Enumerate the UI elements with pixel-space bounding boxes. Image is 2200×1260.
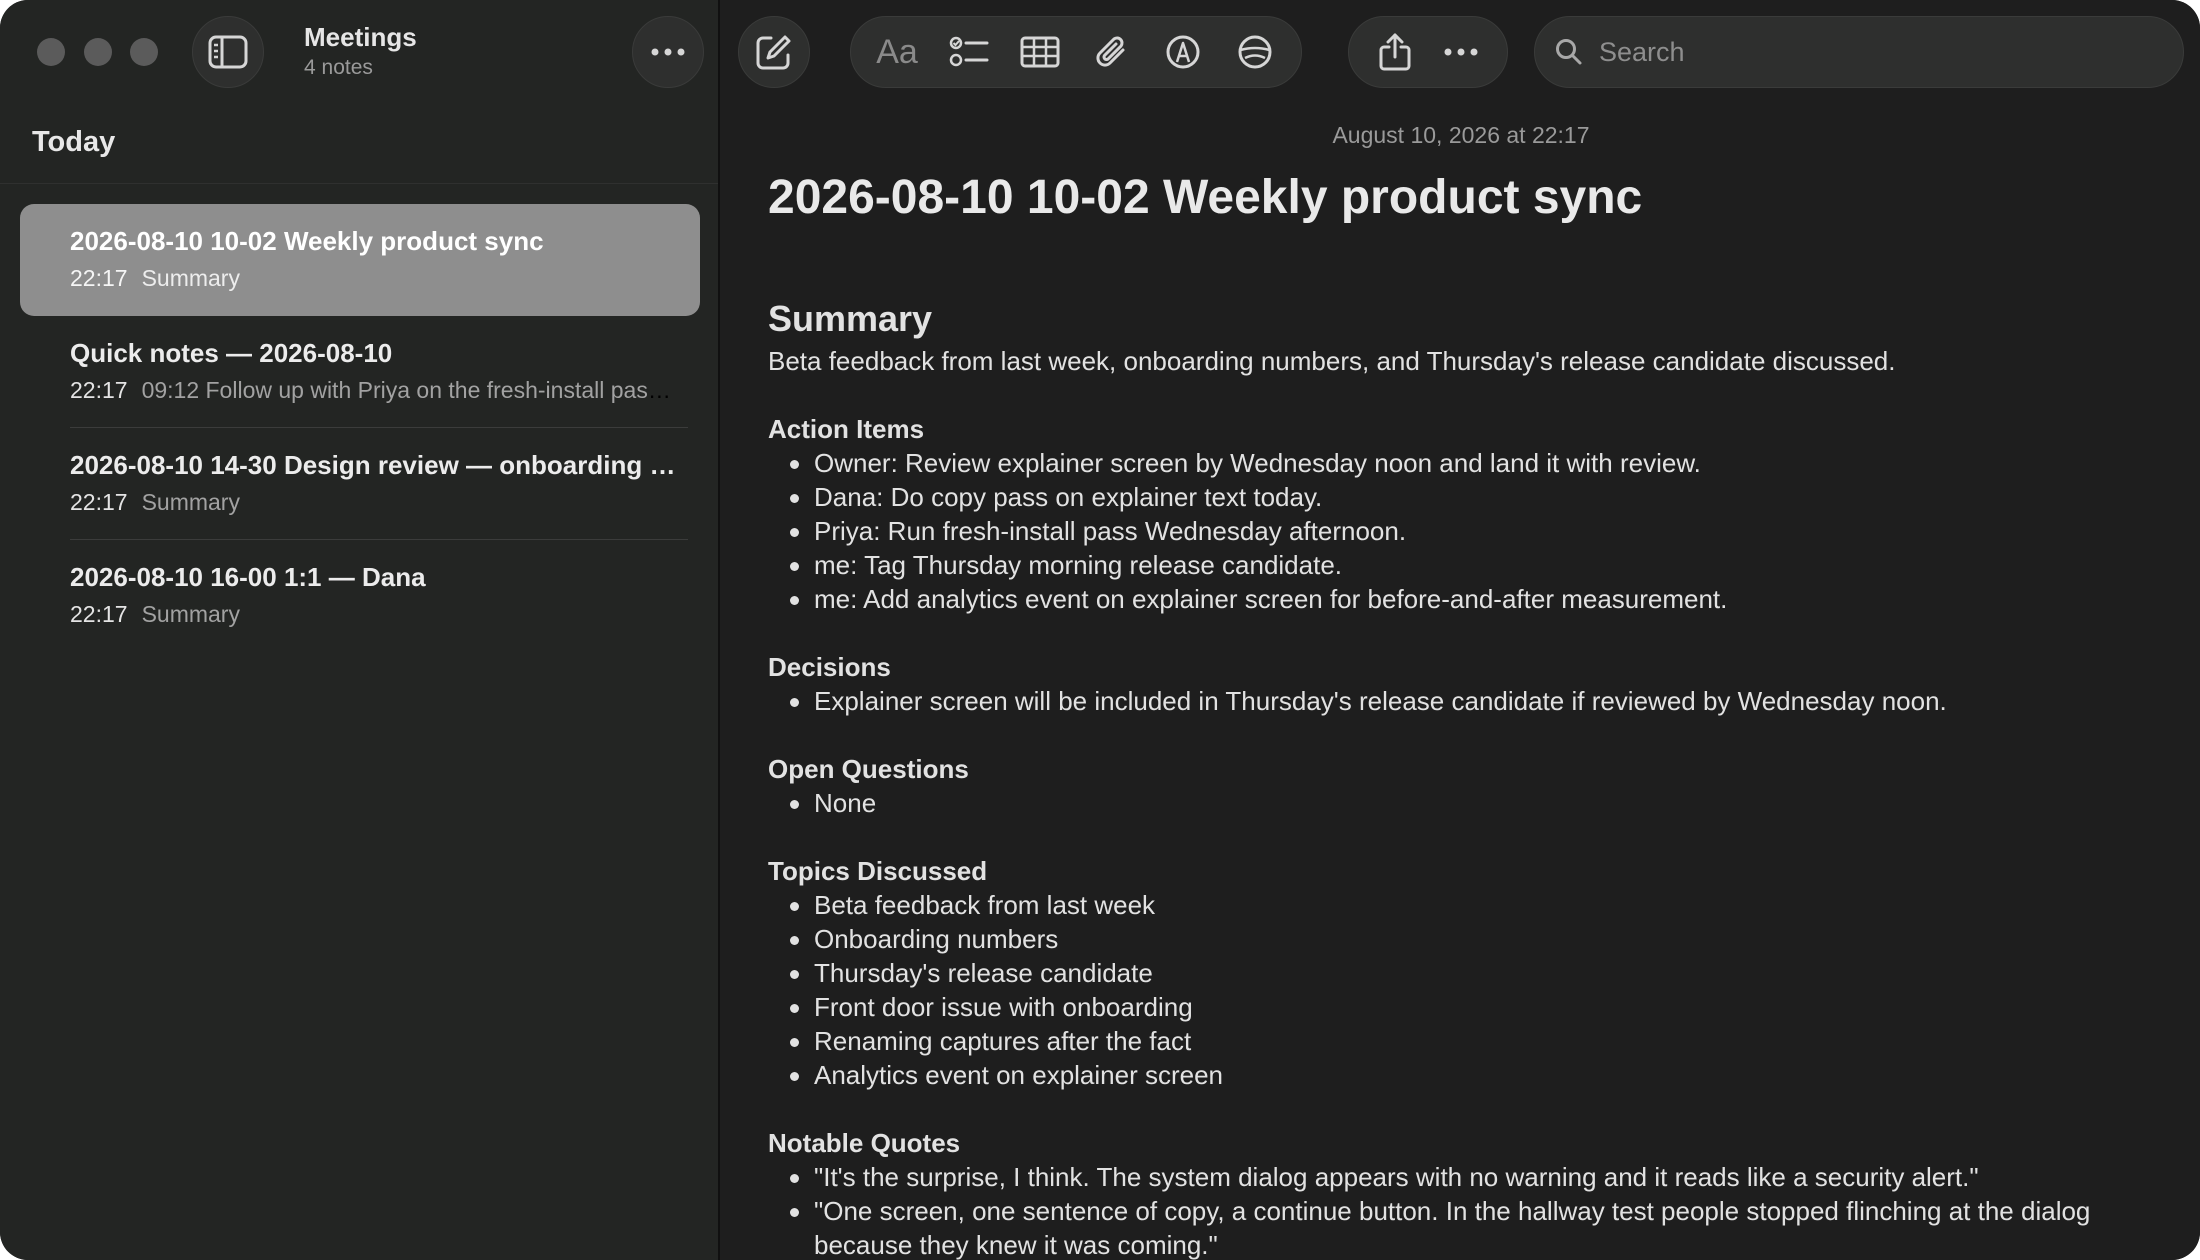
list-item: Priya: Run fresh-install pass Wednesday … xyxy=(790,514,2168,548)
zoom-window-button[interactable] xyxy=(130,38,158,66)
search-field[interactable] xyxy=(1534,16,2184,88)
heading-notable-quotes: Notable Quotes xyxy=(768,1128,961,1158)
sidebar-toggle-button[interactable] xyxy=(192,16,264,88)
table-button[interactable] xyxy=(1008,24,1072,80)
attachment-button[interactable] xyxy=(1080,24,1144,80)
list-item: "It's the surprise, I think. The system … xyxy=(790,1160,2168,1194)
list-item: Explainer screen will be included in Thu… xyxy=(790,684,2168,718)
list-item: Dana: Do copy pass on explainer text tod… xyxy=(790,480,2168,514)
list-item: Analytics event on explainer screen xyxy=(790,1058,2168,1092)
share-icon xyxy=(1378,32,1412,72)
editor-toolbar: Aa xyxy=(722,0,2200,104)
checklist-button[interactable] xyxy=(937,24,1001,80)
note-item-time: 22:17 xyxy=(70,265,128,291)
folder-more-button[interactable] xyxy=(632,16,704,88)
action-items-list: Owner: Review explainer screen by Wednes… xyxy=(768,446,2168,616)
list-item: Owner: Review explainer screen by Wednes… xyxy=(790,446,2168,480)
list-item: None xyxy=(790,786,2168,820)
note-item-time: 22:17 xyxy=(70,377,128,403)
note-item-preview: Summary xyxy=(141,601,240,627)
list-item: "One screen, one sentence of copy, a con… xyxy=(790,1194,2168,1260)
notes-window: Meetings 4 notes Today 2026-08-10 10-02 … xyxy=(0,0,2200,1260)
list-item: me: Add analytics event on explainer scr… xyxy=(790,582,2168,616)
lock-icon xyxy=(1237,34,1273,70)
compose-icon xyxy=(755,33,793,71)
decisions-list: Explainer screen will be included in Thu… xyxy=(768,684,2168,718)
note-item-time: 22:17 xyxy=(70,489,128,515)
share-toolbar-group xyxy=(1348,16,1508,88)
markup-button[interactable] xyxy=(1151,24,1215,80)
summary-paragraph: Beta feedback from last week, onboarding… xyxy=(768,346,1896,376)
markup-icon xyxy=(1165,34,1201,70)
note-item-meta: 22:17 Summary xyxy=(70,489,680,516)
list-item: Onboarding numbers xyxy=(790,922,2168,956)
attachment-icon xyxy=(1095,34,1129,70)
list-item: Beta feedback from last week xyxy=(790,888,2168,922)
heading-decisions: Decisions xyxy=(768,652,891,682)
note-date: August 10, 2026 at 22:17 xyxy=(1332,122,1590,148)
new-note-button[interactable] xyxy=(738,16,810,88)
note-list: 2026-08-10 10-02 Weekly product sync 22:… xyxy=(20,204,700,652)
note-item-meta: 22:17 Summary xyxy=(70,265,680,292)
note-item-preview: 09:12 Follow up with Priya on the fresh-… xyxy=(141,377,680,403)
sidebar: Meetings 4 notes Today 2026-08-10 10-02 … xyxy=(0,0,720,1260)
more-icon xyxy=(1443,47,1479,57)
text-format-icon: Aa xyxy=(876,32,918,71)
note-editor[interactable]: August 10, 2026 at 22:17 2026-08-10 10-0… xyxy=(722,104,2200,1260)
note-item-time: 22:17 xyxy=(70,601,128,627)
close-window-button[interactable] xyxy=(37,38,65,66)
note-list-item[interactable]: 2026-08-10 14-30 Design review — onboard… xyxy=(20,428,700,540)
folder-title: Meetings xyxy=(304,22,417,52)
list-item: Front door issue with onboarding xyxy=(790,990,2168,1024)
sidebar-toggle-icon xyxy=(208,35,248,69)
note-item-meta: 22:17 09:12 Follow up with Priya on the f… xyxy=(70,377,680,404)
checklist-icon xyxy=(949,36,989,68)
note-item-title: 2026-08-10 14-30 Design review — onboard… xyxy=(70,450,680,480)
note-item-title: 2026-08-10 10-02 Weekly product sync xyxy=(70,226,544,256)
open-questions-list: None xyxy=(768,786,2168,820)
more-options-button[interactable] xyxy=(1429,24,1493,80)
heading-topics-discussed: Topics Discussed xyxy=(768,856,988,886)
search-icon xyxy=(1555,38,1583,66)
note-list-item[interactable]: Quick notes — 2026-08-10 22:17 09:12 Foll… xyxy=(20,316,700,428)
quotes-list: "It's the surprise, I think. The system … xyxy=(768,1160,2168,1260)
more-icon xyxy=(650,47,686,57)
list-item: Thursday's release candidate xyxy=(790,956,2168,990)
note-item-preview: Summary xyxy=(141,265,240,291)
note-item-meta: 22:17 Summary xyxy=(70,601,680,628)
list-item: me: Tag Thursday morning release candida… xyxy=(790,548,2168,582)
section-heading-today: Today xyxy=(32,126,116,158)
note-list-item[interactable]: 2026-08-10 16-00 1:1 — Dana 22:17 Summary xyxy=(20,540,700,652)
heading-open-questions: Open Questions xyxy=(768,754,969,784)
note-item-title: Quick notes — 2026-08-10 xyxy=(70,338,393,368)
lock-note-button[interactable] xyxy=(1223,24,1287,80)
format-toolbar-group: Aa xyxy=(850,16,1302,88)
folder-note-count: 4 notes xyxy=(304,56,373,79)
heading-action-items: Action Items xyxy=(768,414,925,444)
search-input[interactable] xyxy=(1597,35,2157,69)
share-button[interactable] xyxy=(1363,24,1427,80)
minimize-window-button[interactable] xyxy=(84,38,112,66)
note-item-preview: Summary xyxy=(141,489,240,515)
text-format-button[interactable]: Aa xyxy=(865,24,929,80)
note-body[interactable]: Summary Beta feedback from last week, on… xyxy=(768,294,2168,1260)
note-title[interactable]: 2026-08-10 10-02 Weekly product sync xyxy=(768,170,1642,225)
heading-summary: Summary xyxy=(768,298,933,339)
note-list-item-selected[interactable]: 2026-08-10 10-02 Weekly product sync 22:… xyxy=(20,204,700,316)
divider xyxy=(0,183,718,184)
topics-list: Beta feedback from last week Onboarding … xyxy=(768,888,2168,1092)
table-icon xyxy=(1020,36,1060,68)
note-item-title: 2026-08-10 16-00 1:1 — Dana xyxy=(70,562,426,592)
list-item: Renaming captures after the fact xyxy=(790,1024,2168,1058)
